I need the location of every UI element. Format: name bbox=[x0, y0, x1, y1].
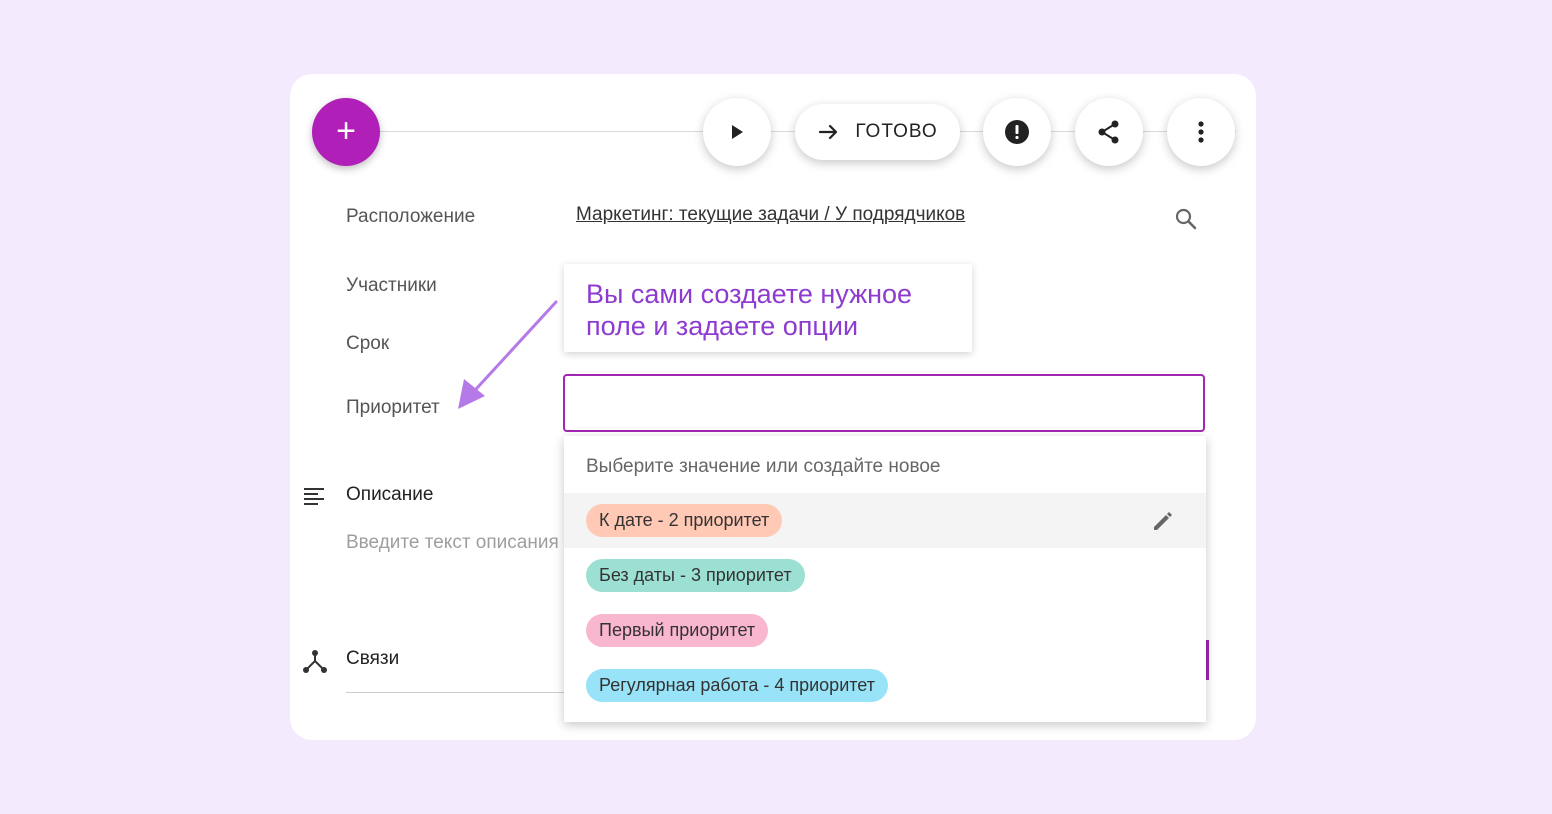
pointer-arrow bbox=[458, 300, 558, 409]
task-card: + ГОТОВО Расположение Маркетинг: текущие… bbox=[290, 74, 1256, 740]
